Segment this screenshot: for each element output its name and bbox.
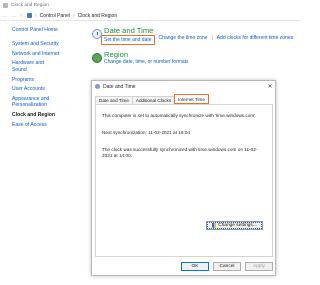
apply-button[interactable]: Apply <box>245 262 273 271</box>
sidebar-item-ease-of-access[interactable]: Ease of Access <box>0 122 60 129</box>
internet-time-panel: This computer is set to automatically sy… <box>95 104 273 257</box>
dialog-title-bar: Date and Time ✕ <box>92 81 275 92</box>
sidebar-item-appearance[interactable]: Appearance and Personalization <box>0 96 60 109</box>
sidebar: Control Panel Home System and Security N… <box>0 26 60 132</box>
sync-server-text: This computer is set to automatically sy… <box>102 113 257 118</box>
sidebar-item-programs[interactable]: Programs <box>0 77 60 84</box>
cancel-button[interactable]: Cancel <box>213 262 241 271</box>
link-separator: | <box>211 35 213 41</box>
control-panel-icon <box>3 2 8 8</box>
change-settings-label: Change settings... <box>218 223 257 228</box>
shield-icon <box>212 223 217 228</box>
breadcrumb-control-panel[interactable]: Control Panel <box>40 13 70 19</box>
set-time-and-date-link[interactable]: Set the time and date <box>101 35 155 45</box>
forward-arrow-icon[interactable]: → <box>11 13 16 19</box>
sidebar-item-system-security[interactable]: System and Security <box>0 41 60 48</box>
window-title: Clock and Region <box>11 2 49 8</box>
last-sync-text: The clock was successfully synchronized … <box>102 147 258 158</box>
ok-button[interactable]: OK <box>181 262 209 271</box>
sidebar-home-link[interactable]: Control Panel Home <box>0 26 60 35</box>
sidebar-item-hardware-sound[interactable]: Hardware and Sound <box>0 60 60 73</box>
sidebar-item-clock-region: Clock and Region <box>12 112 56 119</box>
globe-icon <box>92 53 102 63</box>
close-icon[interactable]: ✕ <box>265 83 275 90</box>
tab-date-and-time[interactable]: Date and Time <box>95 96 133 104</box>
section-title-region[interactable]: Region <box>104 50 300 59</box>
main-content: Date and Time Set the time and date Chan… <box>80 26 300 72</box>
sidebar-item-network-internet[interactable]: Network and Internet <box>0 51 60 58</box>
change-time-zone-link[interactable]: Change the time zone <box>159 35 208 45</box>
change-formats-link[interactable]: Change date, time, or number formats <box>104 59 189 65</box>
back-arrow-icon[interactable]: ← <box>3 13 8 19</box>
control-panel-icon <box>27 13 32 18</box>
up-arrow-icon[interactable]: ↑ <box>19 13 24 19</box>
next-sync-text: Next synchronization: 11-02-2021 at 18:0… <box>102 130 190 135</box>
add-clocks-link[interactable]: Add clocks for different time zones <box>217 35 293 45</box>
address-bar[interactable]: ← → ↑ › Control Panel › Clock and Region <box>0 11 300 21</box>
tab-internet-time[interactable]: Internet Time <box>174 94 209 104</box>
dialog-buttons: OK Cancel Apply <box>92 262 275 274</box>
tab-additional-clocks[interactable]: Additional Clocks <box>131 96 176 104</box>
clock-icon <box>95 84 100 89</box>
breadcrumb-clock-and-region[interactable]: Clock and Region <box>78 13 117 19</box>
date-time-dialog: Date and Time ✕ Date and Time Additional… <box>91 80 276 276</box>
dialog-tabs: Date and Time Additional Clocks Internet… <box>95 94 209 104</box>
section-date-and-time: Date and Time Set the time and date Chan… <box>80 26 300 50</box>
section-region: Region Change date, time, or number form… <box>80 50 300 72</box>
region-links: Change date, time, or number formats <box>104 59 300 65</box>
sidebar-item-user-accounts[interactable]: User Accounts <box>0 86 60 93</box>
change-settings-button[interactable]: Change settings... <box>206 221 263 230</box>
window-title-bar: Clock and Region <box>0 0 300 10</box>
clock-icon <box>92 29 102 39</box>
date-time-links: Set the time and date Change the time zo… <box>101 35 300 45</box>
chevron-right-icon: › <box>72 12 75 19</box>
chevron-right-icon: › <box>35 12 37 19</box>
dialog-title: Date and Time <box>103 83 136 90</box>
section-title-date-time[interactable]: Date and Time <box>104 26 300 35</box>
